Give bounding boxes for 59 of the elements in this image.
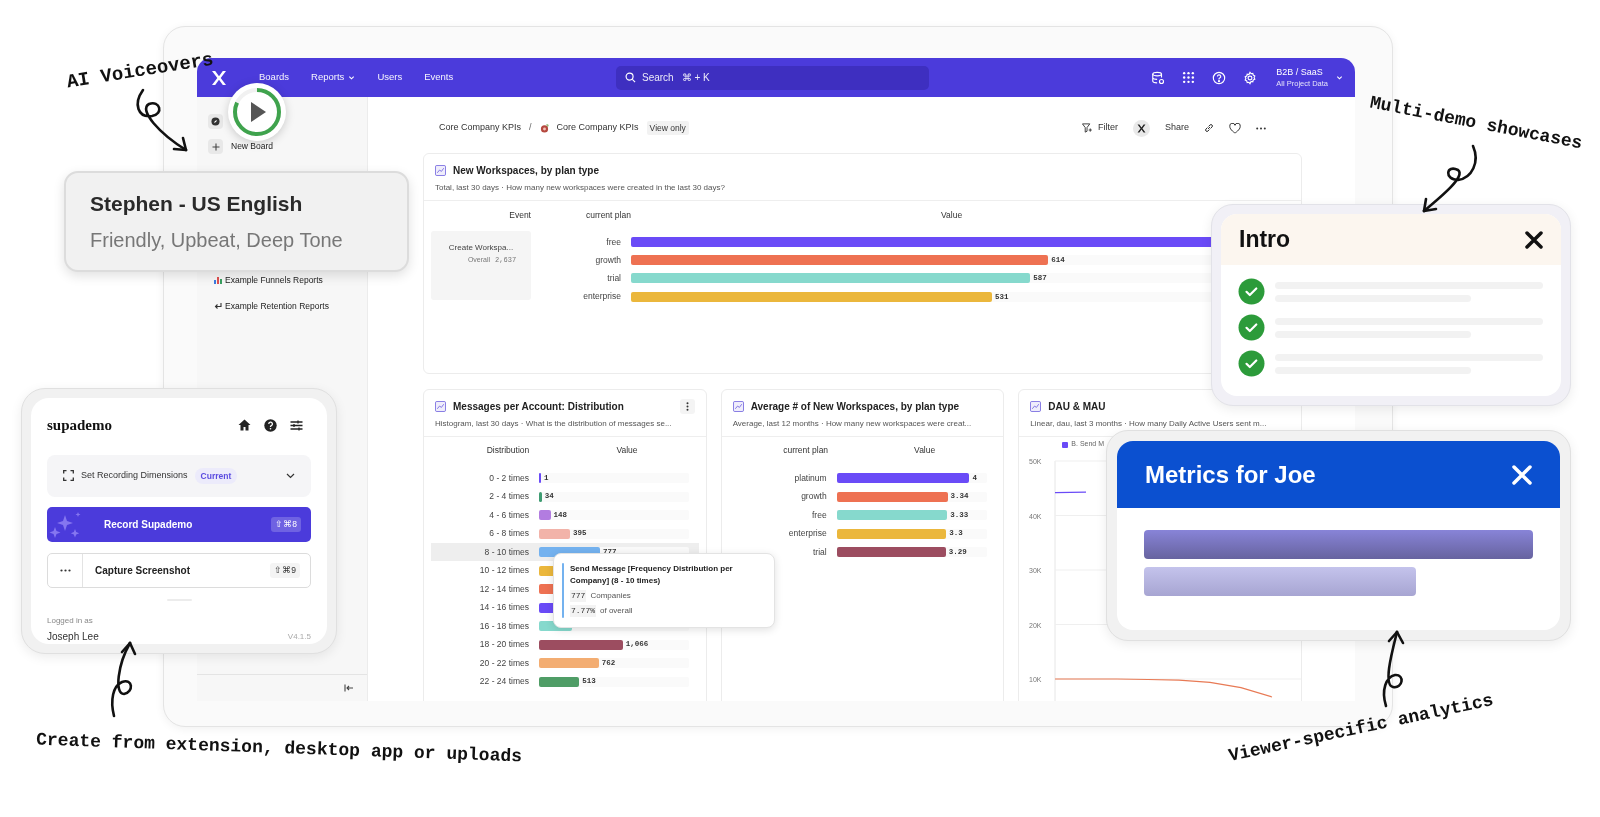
login-label: Logged in as (47, 615, 94, 627)
search-placeholder: Search (642, 71, 674, 85)
card-title: New Workspaces, by plan type (453, 164, 599, 178)
card-title: Messages per Account: Distribution (453, 400, 624, 414)
brand-name: supademo (47, 416, 113, 435)
bar-label: 22 - 24 times (478, 675, 529, 688)
bar-label: 10 - 12 times (478, 564, 529, 577)
card-title: DAU & MAU (1048, 400, 1106, 414)
bar-label: 6 - 8 times (488, 527, 529, 540)
bar-label: 0 - 2 times (488, 471, 529, 485)
card-subtitle: Average, last 12 months · How many new workspaces were creat... (732, 418, 973, 430)
column-header: Value (941, 209, 963, 222)
bar-label: free (605, 235, 621, 249)
popup-title: Intro (1239, 225, 1291, 255)
tooltip-label: of overall (600, 605, 633, 617)
tooltip-title: Send Message [Frequency Distribution per Company] (8 - 10 times) (570, 563, 734, 587)
card-subtitle: Total, last 30 days · How many new workspaces were created in the last 30 days? (435, 182, 726, 194)
bar-label: 20 - 22 times (478, 656, 529, 670)
version-label: V4.1.5 (287, 630, 311, 643)
shortcut-hint: ⇧⌘9 (270, 563, 300, 578)
tooltip-value: 777 (570, 590, 587, 602)
card-title: Average # of New Workspaces, by plan type (750, 400, 960, 414)
bar-label: 18 - 20 times (478, 638, 529, 651)
bar-label: 8 - 10 times (483, 545, 529, 559)
shortcut-hint: ⌘ + K (681, 71, 710, 85)
bar-label: enterprise (787, 527, 827, 540)
shortcut-hint: ⇧⌘8 (271, 517, 301, 533)
bar-label: 16 - 18 times (478, 619, 529, 633)
bar-label: 2 - 4 times (488, 490, 529, 503)
view-only-badge: View only (646, 120, 689, 136)
bar-label: growth (594, 253, 621, 267)
breadcrumb-separator: / (529, 121, 532, 135)
popup-title: Metrics for Joe (1145, 459, 1316, 490)
column-header: current plan (782, 444, 830, 457)
card-subtitle: Linear, dau, last 3 months · How many Daily Active Users sent m... (1030, 418, 1268, 430)
handwritten-caption: AI Voiceovers (64, 47, 216, 96)
column-header: Event (508, 209, 531, 222)
bar-label: free (811, 508, 827, 522)
column-header: current plan (586, 209, 632, 222)
column-header: Value (913, 444, 937, 457)
bar-label: trial (606, 272, 621, 285)
tooltip-value: 7.77% (570, 605, 596, 617)
card-subtitle: Histogram, last 30 days · What is the distribution of messages se... (435, 418, 673, 430)
current-badge: Current (194, 467, 238, 485)
bar-label: growth (800, 490, 827, 503)
handwritten-caption: Create from extension, desktop app or uploads (35, 728, 523, 769)
user-name: Joseph Lee (47, 630, 99, 644)
column-header: Distribution (485, 444, 531, 457)
column-header: Value (615, 444, 639, 457)
tooltip-label: Companies (590, 590, 631, 602)
bar-label: trial (811, 545, 827, 559)
bar-label: 12 - 14 times (478, 582, 529, 596)
voice-name: Stephen - US English (90, 190, 304, 217)
bar-label: 4 - 6 times (488, 508, 529, 522)
bar-label: enterprise (582, 290, 621, 304)
event-name: Create Workspa... (448, 241, 514, 254)
bar-label: 14 - 16 times (478, 601, 529, 614)
bar-label: platinum (793, 471, 827, 485)
voice-style: Friendly, Upbeat, Deep Tone (90, 228, 344, 254)
